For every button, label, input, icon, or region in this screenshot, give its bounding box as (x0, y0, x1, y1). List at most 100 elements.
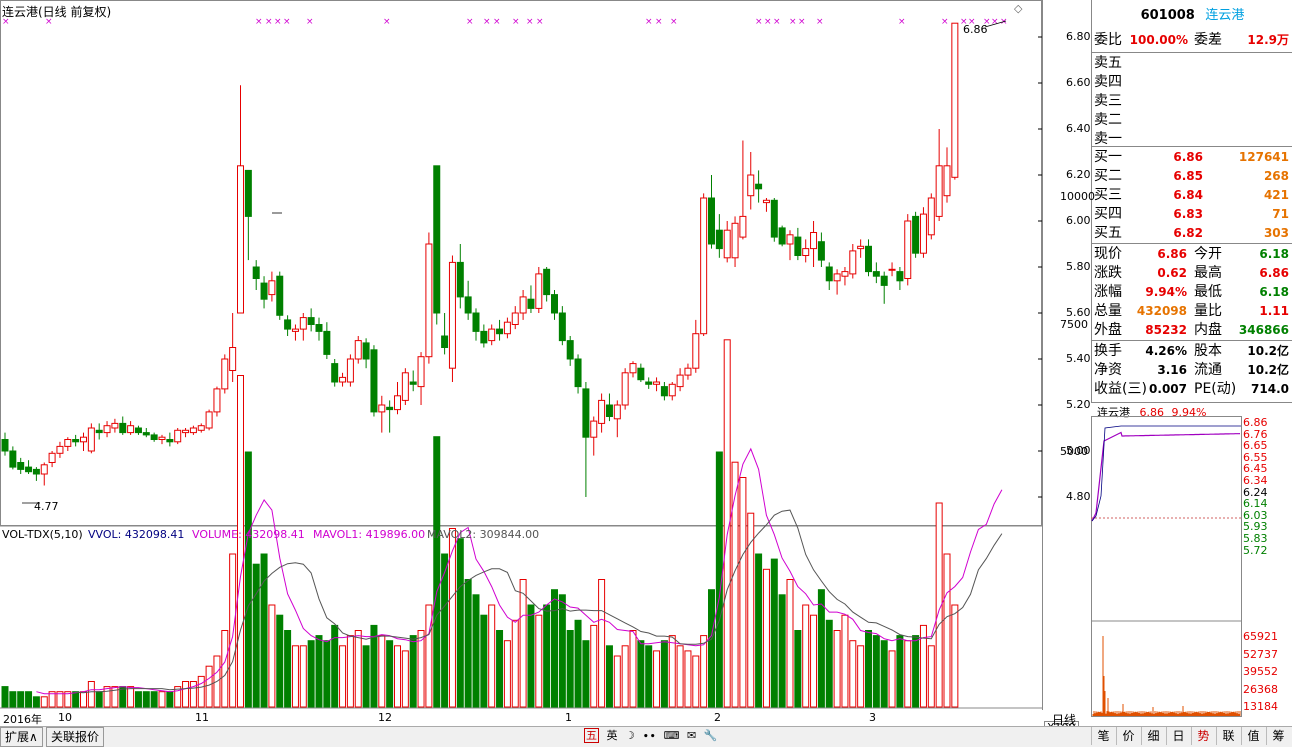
candle-body (260, 282, 268, 300)
candle-body (558, 312, 566, 342)
volume-bar (582, 640, 590, 708)
signal-marker: × (483, 17, 491, 27)
candle-body (535, 273, 543, 309)
mini-vol-label: 65921 (1243, 630, 1278, 643)
volume-bar (912, 635, 920, 708)
view-tab[interactable]: 筹 (1266, 727, 1290, 745)
mavol1-line (36, 447, 1003, 695)
volume-bar (221, 630, 229, 708)
chart-title: 连云港(日线 前复权) (2, 5, 112, 19)
kline-chart[interactable]: ×××××××××××××××××××××××××××××× (0, 0, 1042, 710)
wrench-icon[interactable]: 🔧 (704, 729, 718, 742)
volume-bar (927, 645, 935, 708)
volume-bar (605, 645, 613, 708)
quote-panel: 601008 连云港 委比 100.00% 委差 12.9万 卖五 卖四 卖三 卖二卖… (1091, 0, 1292, 403)
stat-row: 总量 432098 量比 1.11 (1094, 302, 1291, 321)
candle-body (252, 266, 260, 279)
mail-icon[interactable]: ✉ (687, 729, 696, 742)
volume-bar (464, 579, 472, 708)
volume-bar (762, 568, 770, 708)
keyboard-icon[interactable]: ⌨ (664, 729, 680, 742)
volume-bar (841, 614, 849, 708)
candle-body (339, 376, 347, 383)
volume-bar (629, 630, 637, 708)
diamond-icon[interactable]: ◇ (1014, 2, 1022, 15)
price-axis-label: 5.40 (1066, 352, 1091, 365)
buy-row[interactable]: 买一 6.86 127641 (1094, 148, 1291, 167)
candle-body (307, 317, 315, 326)
mavol1-value: MAVOL1: 419896.00 (313, 528, 426, 541)
volume-bar (25, 691, 33, 708)
candle-body (111, 422, 119, 429)
candle-body (605, 404, 613, 417)
buy-row[interactable]: 买二 6.85 268 (1094, 167, 1291, 186)
intraday-avg-line (1091, 425, 1241, 522)
volume-bar (951, 604, 959, 708)
candle-body (645, 381, 653, 385)
expand-tab[interactable]: 扩展∧ (0, 727, 43, 747)
dots-icon[interactable]: ∙∙ (642, 729, 656, 742)
volume-bar (244, 451, 252, 708)
candle-body (276, 275, 284, 316)
view-tab[interactable]: 日 (1166, 727, 1190, 745)
candle-body (346, 358, 354, 383)
volume-bar (32, 696, 40, 708)
price-axis-label: 6.40 (1066, 122, 1091, 135)
candle-body (425, 243, 433, 358)
buy-row[interactable]: 买五 6.82 303 (1094, 224, 1291, 243)
candle-body (912, 215, 920, 254)
candle-body (268, 280, 276, 296)
view-tab[interactable]: 价 (1116, 727, 1140, 745)
candle-body (488, 328, 496, 342)
stat-row: 涨跌 0.62 最高 6.86 (1094, 264, 1291, 283)
view-tab[interactable]: 值 (1241, 727, 1265, 745)
buy-row[interactable]: 买四 6.83 71 (1094, 205, 1291, 224)
view-tab[interactable]: 细 (1141, 727, 1165, 745)
volume-bar (409, 635, 417, 708)
candle-body (244, 169, 252, 217)
volume-bar (276, 614, 284, 708)
ime-english-icon[interactable]: 英 (607, 729, 618, 742)
volume-bar (543, 604, 551, 708)
signal-marker: × (536, 17, 544, 27)
candle-body (370, 349, 378, 413)
candle-body (708, 197, 715, 245)
view-tab[interactable]: 笔 (1091, 727, 1115, 745)
candle-body (896, 271, 904, 282)
candle-body (417, 356, 425, 388)
candle-body (770, 199, 778, 238)
stat-label-2: 内盘 (1194, 322, 1222, 338)
candle-body (496, 328, 504, 335)
volume-bar (708, 589, 715, 708)
fund-row: 换手 4.26% 股本 10.2亿 (1094, 342, 1291, 361)
volume-bar (511, 619, 519, 708)
candle-body (857, 245, 865, 250)
vol-indicator-name[interactable]: VOL-TDX(5,10) (2, 528, 83, 541)
candle-body (755, 183, 763, 190)
buy-price: 6.82 (1173, 226, 1203, 240)
volume-bar (346, 635, 354, 708)
view-tab[interactable]: 联 (1216, 727, 1240, 745)
view-tab[interactable]: 势 (1191, 727, 1215, 745)
candle-body (25, 466, 33, 473)
vol-axis-label: 5000 (1060, 445, 1088, 458)
moon-icon[interactable]: ☽ (625, 729, 635, 742)
buy-price: 6.86 (1173, 150, 1203, 164)
volume-bar (401, 650, 409, 708)
ime-wubi-icon[interactable]: 五 (584, 728, 599, 743)
buy-volume: 127641 (1238, 150, 1289, 164)
related-quote-tab[interactable]: 关联报价 (46, 727, 105, 747)
candle-body (456, 261, 464, 298)
volume-bar (825, 619, 833, 708)
sell-row: 卖四 (1094, 73, 1291, 92)
stat-row: 现价 6.86 今开 6.18 (1094, 245, 1291, 264)
volume-bar (394, 645, 401, 708)
signal-marker: × (655, 17, 663, 27)
buy-price: 6.85 (1173, 169, 1203, 183)
buy-row[interactable]: 买三 6.84 421 (1094, 186, 1291, 205)
candle-body (284, 319, 292, 330)
volume-bar (150, 691, 158, 708)
volume-bar (378, 635, 386, 708)
candle-body (182, 429, 190, 434)
candle-body (40, 464, 48, 475)
